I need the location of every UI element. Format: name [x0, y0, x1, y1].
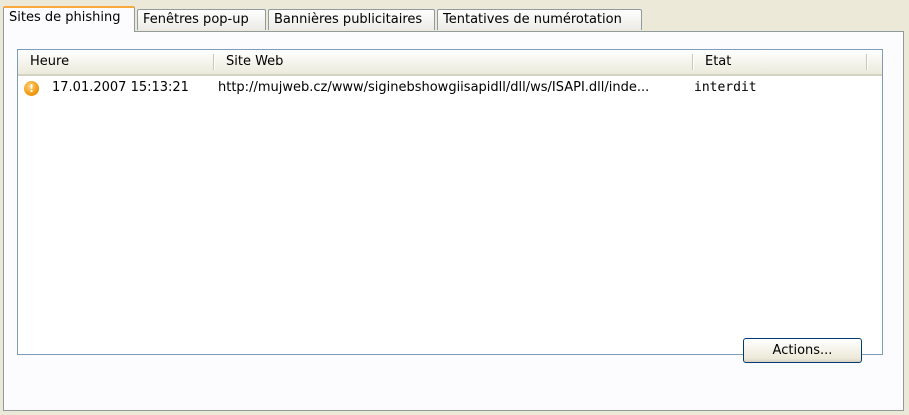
column-header-time[interactable]: Heure [18, 50, 212, 74]
warning-icon: ! [24, 81, 39, 96]
website-cell: http://mujweb.cz/www/siginebshowgiisapid… [218, 80, 650, 95]
column-header-state[interactable]: Etat [693, 50, 865, 74]
actions-button[interactable]: Actions... [743, 338, 862, 363]
tab-popup-windows[interactable]: Fenêtres pop-up [137, 9, 266, 30]
table-row[interactable]: ! 17.01.2007 15:13:21 http://mujweb.cz/w… [18, 77, 882, 99]
tab-strip: Sites de phishing Fenêtres pop-up Banniè… [3, 6, 903, 32]
blocked-list[interactable]: Heure Site Web Etat ! 17.01.2007 15:13:2… [17, 49, 883, 355]
tab-dial-attempts[interactable]: Tentatives de numérotation [437, 9, 642, 30]
time-cell: 17.01.2007 15:13:21 [52, 80, 189, 95]
state-cell: interdit [694, 80, 757, 95]
list-header: Heure Site Web Etat [18, 50, 882, 76]
column-separator[interactable] [866, 54, 867, 70]
tab-ad-banners[interactable]: Bannières publicitaires [268, 9, 435, 30]
tab-phishing-sites[interactable]: Sites de phishing [3, 6, 135, 32]
column-header-website[interactable]: Site Web [214, 50, 692, 74]
